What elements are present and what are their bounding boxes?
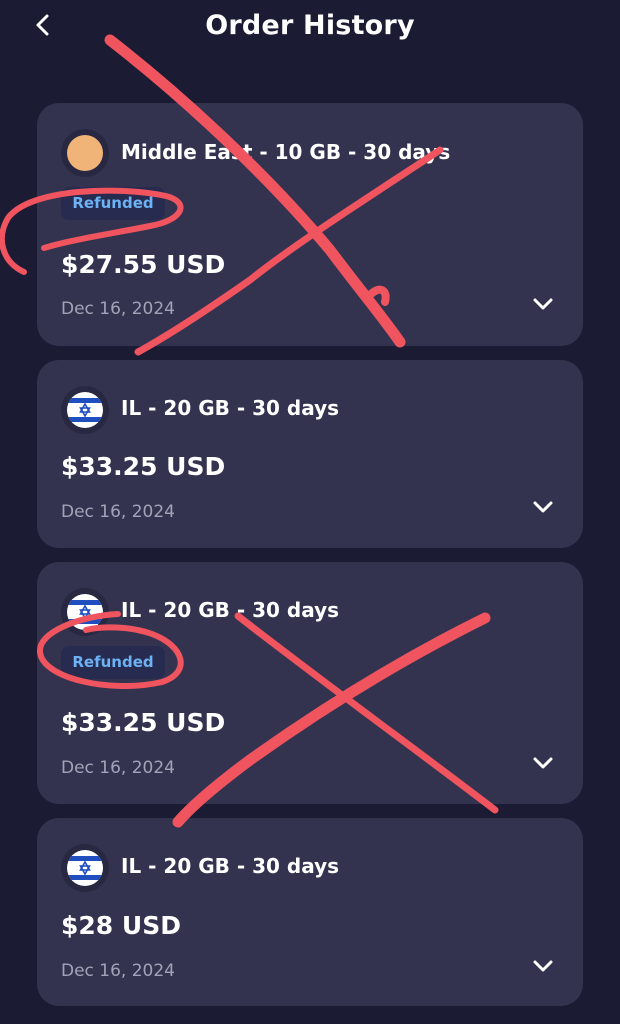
order-card[interactable]: IL - 20 GB - 30 days Refunded $33.25 USD…	[37, 562, 583, 804]
plan-name: Middle East - 10 GB - 30 days	[121, 140, 451, 164]
order-date: Dec 16, 2024	[61, 758, 176, 778]
flag-avatar	[61, 844, 109, 892]
israel-flag-icon	[67, 594, 103, 630]
israel-flag-icon	[67, 850, 103, 886]
flag-avatar	[61, 129, 109, 177]
order-date: Dec 16, 2024	[61, 299, 176, 319]
plan-name: IL - 20 GB - 30 days	[121, 396, 340, 420]
circle-flag-icon	[67, 135, 103, 171]
order-card[interactable]: IL - 20 GB - 30 days $28 USD Dec 16, 202…	[37, 818, 583, 1006]
order-date: Dec 16, 2024	[61, 961, 176, 981]
status-badge: Refunded	[61, 646, 165, 679]
status-badge: Refunded	[61, 187, 165, 220]
flag-avatar	[61, 588, 109, 636]
order-card[interactable]: Middle East - 10 GB - 30 days Refunded $…	[37, 103, 583, 346]
chevron-down-icon[interactable]	[527, 496, 559, 518]
israel-flag-icon	[67, 392, 103, 428]
plan-name: IL - 20 GB - 30 days	[121, 854, 340, 878]
order-date: Dec 16, 2024	[61, 502, 176, 522]
flag-avatar	[61, 386, 109, 434]
order-card[interactable]: IL - 20 GB - 30 days $33.25 USD Dec 16, …	[37, 360, 583, 548]
page-title: Order History	[205, 10, 415, 41]
chevron-down-icon[interactable]	[527, 752, 559, 774]
order-price: $27.55 USD	[61, 250, 226, 279]
order-price: $33.25 USD	[61, 708, 226, 737]
header: Order History	[0, 0, 620, 60]
order-price: $33.25 USD	[61, 452, 226, 481]
chevron-down-icon[interactable]	[527, 293, 559, 315]
plan-name: IL - 20 GB - 30 days	[121, 598, 340, 622]
order-price: $28 USD	[61, 911, 181, 940]
chevron-down-icon[interactable]	[527, 955, 559, 977]
